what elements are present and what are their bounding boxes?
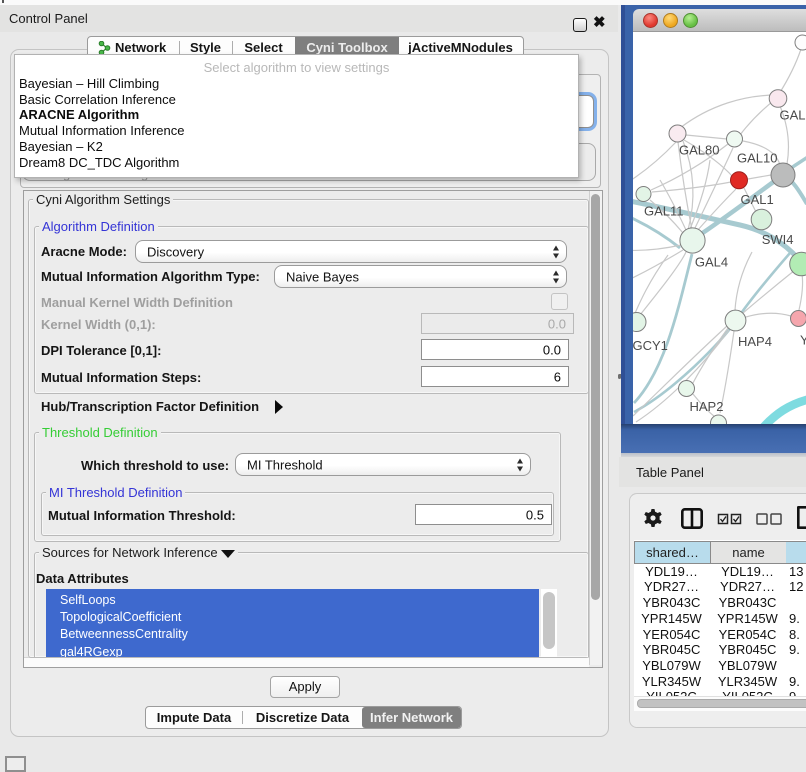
- svg-text:SWI4: SWI4: [762, 232, 794, 247]
- svg-text:GCY1: GCY1: [633, 338, 668, 353]
- svg-text:GAL80: GAL80: [679, 143, 719, 158]
- svg-text:HAP4: HAP4: [738, 334, 772, 349]
- svg-text:HAP2: HAP2: [690, 399, 724, 414]
- svg-text:Y: Y: [800, 333, 806, 348]
- svg-text:GAL10: GAL10: [737, 151, 777, 166]
- svg-text:GAL8: GAL8: [780, 108, 806, 123]
- svg-text:GAL11: GAL11: [644, 204, 684, 219]
- svg-text:GAL1: GAL1: [741, 192, 774, 207]
- svg-text:GAL4: GAL4: [695, 255, 728, 270]
